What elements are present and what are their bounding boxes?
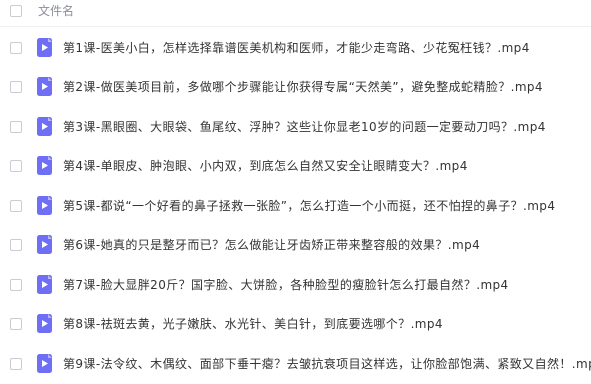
- list-header: 文件名: [0, 0, 591, 27]
- row-checkbox[interactable]: [10, 318, 22, 330]
- video-file-icon: [37, 117, 52, 136]
- file-name[interactable]: 第6课-她真的只是整牙而已？怎么做能让牙齿矫正带来整容般的效果？.mp4: [63, 237, 480, 253]
- file-row[interactable]: 第7课-脸大显胖20斤？国字脸、大饼脸，各种脸型的瘦脸针怎么打最自然？.mp4: [0, 268, 591, 302]
- file-row[interactable]: 第9课-法令纹、木偶纹、面部下垂干瘪？去皱抗衰项目这样选，让你脸部饱满、紧致又自…: [0, 347, 591, 381]
- file-row[interactable]: 第4课-单眼皮、肿泡眼、小内双，到底怎么自然又安全让眼睛变大？.mp4: [0, 149, 591, 183]
- file-row[interactable]: 第1课-医美小白，怎样选择靠谱医美机构和医师，才能少走弯路、少花冤枉钱？.mp4: [0, 31, 591, 65]
- column-header-filename[interactable]: 文件名: [38, 4, 74, 18]
- video-file-icon: [37, 314, 52, 333]
- file-list: 文件名 第1课-医美小白，怎样选择靠谱医美机构和医师，才能少走弯路、少花冤枉钱？…: [0, 0, 591, 384]
- row-checkbox[interactable]: [10, 200, 22, 212]
- file-row[interactable]: 第6课-她真的只是整牙而已？怎么做能让牙齿矫正带来整容般的效果？.mp4: [0, 228, 591, 262]
- video-file-icon: [37, 77, 52, 96]
- video-file-icon: [37, 354, 52, 373]
- row-checkbox[interactable]: [10, 358, 22, 370]
- file-row[interactable]: 第8课-祛斑去黄，光子嫩肤、水光针、美白针，到底要选哪个？.mp4: [0, 307, 591, 341]
- row-checkbox[interactable]: [10, 42, 22, 54]
- video-file-icon: [37, 275, 52, 294]
- file-name[interactable]: 第1课-医美小白，怎样选择靠谱医美机构和医师，才能少走弯路、少花冤枉钱？.mp4: [63, 40, 530, 56]
- file-row[interactable]: 第2课-做医美项目前，多做哪个步骤能让你获得专属“天然美”，避免整成蛇精脸？.m…: [0, 70, 591, 104]
- video-file-icon: [37, 235, 52, 254]
- file-name[interactable]: 第2课-做医美项目前，多做哪个步骤能让你获得专属“天然美”，避免整成蛇精脸？.m…: [63, 79, 543, 95]
- video-file-icon: [37, 156, 52, 175]
- video-file-icon: [37, 196, 52, 215]
- video-file-icon: [37, 38, 52, 57]
- file-row[interactable]: 第5课-都说“一个好看的鼻子拯救一张脸”，怎么打造一个小而挺，还不怕捏的鼻子？.…: [0, 189, 591, 223]
- file-name[interactable]: 第8课-祛斑去黄，光子嫩肤、水光针、美白针，到底要选哪个？.mp4: [63, 316, 443, 332]
- select-all-checkbox[interactable]: [10, 5, 22, 17]
- row-checkbox[interactable]: [10, 121, 22, 133]
- file-row[interactable]: 第3课-黑眼圈、大眼袋、鱼尾纹、浮肿？这些让你显老10岁的问题一定要动刀吗？.m…: [0, 110, 591, 144]
- row-checkbox[interactable]: [10, 81, 22, 93]
- file-name[interactable]: 第5课-都说“一个好看的鼻子拯救一张脸”，怎么打造一个小而挺，还不怕捏的鼻子？.…: [63, 198, 555, 214]
- file-name[interactable]: 第7课-脸大显胖20斤？国字脸、大饼脸，各种脸型的瘦脸针怎么打最自然？.mp4: [63, 277, 509, 293]
- row-checkbox[interactable]: [10, 279, 22, 291]
- file-name[interactable]: 第3课-黑眼圈、大眼袋、鱼尾纹、浮肿？这些让你显老10岁的问题一定要动刀吗？.m…: [63, 119, 546, 135]
- file-name[interactable]: 第4课-单眼皮、肿泡眼、小内双，到底怎么自然又安全让眼睛变大？.mp4: [63, 158, 468, 174]
- row-checkbox[interactable]: [10, 160, 22, 172]
- row-checkbox[interactable]: [10, 239, 22, 251]
- file-name[interactable]: 第9课-法令纹、木偶纹、面部下垂干瘪？去皱抗衰项目这样选，让你脸部饱满、紧致又自…: [63, 356, 591, 372]
